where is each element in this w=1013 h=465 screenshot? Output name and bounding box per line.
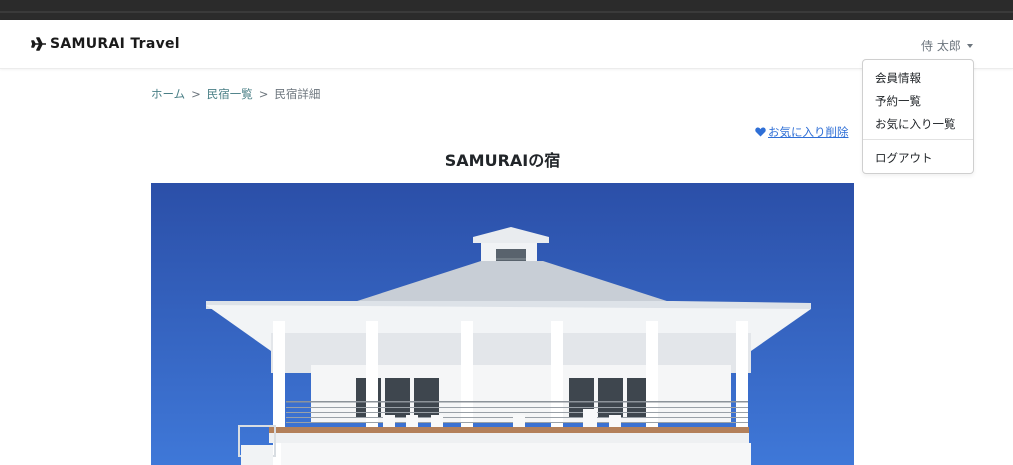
- menu-item-member-info[interactable]: 会員情報: [875, 70, 921, 86]
- breadcrumb-separator: >: [258, 87, 269, 101]
- heart-icon: [755, 127, 766, 137]
- favorite-remove-link[interactable]: お気に入り削除: [755, 124, 849, 140]
- house-name: SAMURAIの宿: [444, 151, 561, 170]
- breadcrumb-current: 民宿詳細: [274, 87, 321, 101]
- breadcrumb-separator: >: [191, 87, 201, 101]
- breadcrumb: ホーム > 民宿一覧 > 民宿詳細: [151, 86, 320, 102]
- breadcrumb-home[interactable]: ホーム: [151, 86, 185, 102]
- brand-logo[interactable]: SAMURAI Travel: [31, 33, 180, 55]
- menu-item-logout[interactable]: ログアウト: [875, 150, 933, 166]
- house-photo: [151, 183, 854, 465]
- breadcrumb-house-list[interactable]: 民宿一覧: [207, 86, 253, 102]
- menu-item-reservations[interactable]: 予約一覧: [875, 93, 921, 109]
- brand-name: SAMURAI Travel: [50, 36, 180, 52]
- user-name: 侍 太郎: [921, 39, 961, 53]
- menu-divider: [863, 139, 973, 140]
- menu-item-favorites[interactable]: お気に入り一覧: [875, 116, 956, 132]
- user-menu-toggle[interactable]: 侍 太郎: [921, 37, 973, 54]
- browser-top-bar: [0, 0, 1013, 20]
- user-dropdown-menu: 会員情報 予約一覧 お気に入り一覧 ログアウト: [862, 59, 974, 174]
- airplane-icon: [31, 37, 46, 51]
- top-bar-line: [0, 11, 1013, 13]
- favorite-remove-label: お気に入り削除: [768, 125, 849, 139]
- caret-down-icon: [966, 43, 973, 48]
